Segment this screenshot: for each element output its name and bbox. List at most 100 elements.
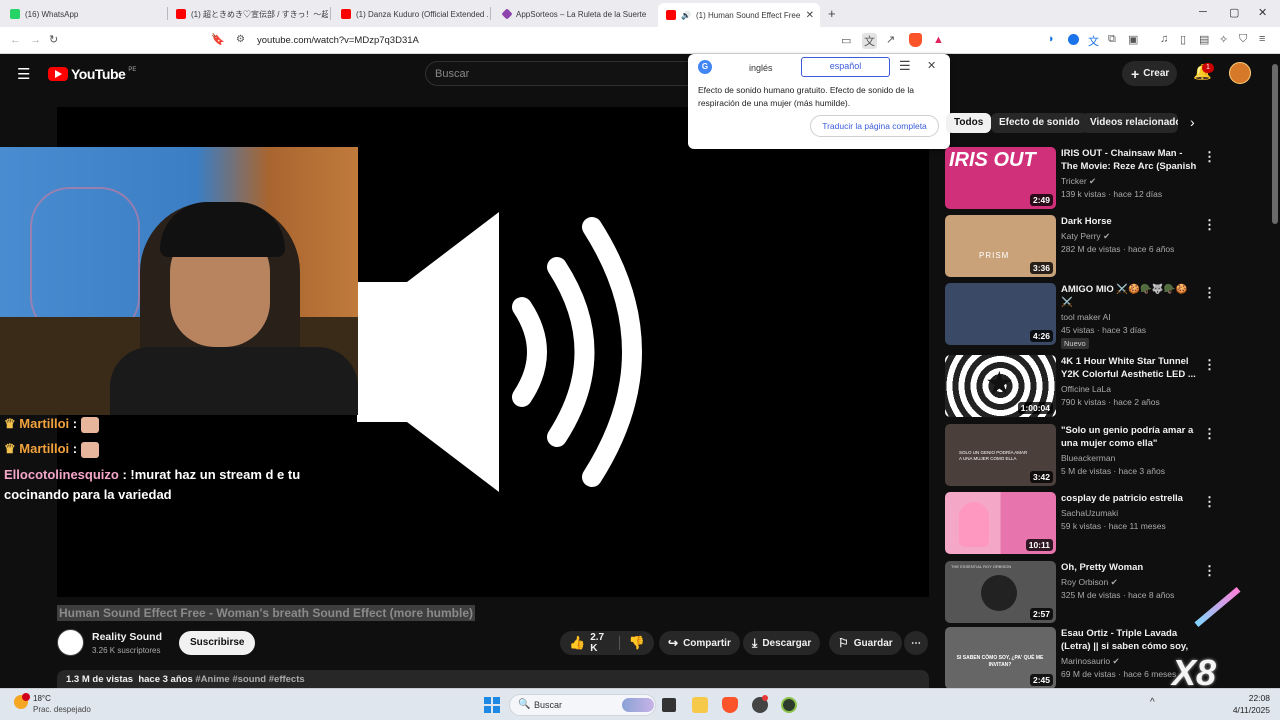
close-tab-icon[interactable]: ✕ xyxy=(806,10,814,21)
list-item[interactable]: THE ESSENTIAL ROY ORBISON 2:57 Oh, Prett… xyxy=(945,561,1265,623)
search-input[interactable]: Buscar xyxy=(425,61,715,86)
more-options-icon[interactable]: ⋮ xyxy=(1203,494,1216,510)
list-item[interactable]: ★ 1:00:04 4K 1 Hour White Star Tunnel Y2… xyxy=(945,355,1265,417)
thumbnail[interactable]: ★ 1:00:04 xyxy=(945,355,1056,417)
channel-name[interactable]: SachaUzumaki xyxy=(1061,508,1118,518)
channel-avatar[interactable] xyxy=(57,629,84,656)
list-item[interactable]: 10:11 cosplay de patricio estrella Sacha… xyxy=(945,492,1265,554)
thumbnail[interactable]: 10:11 xyxy=(945,492,1056,554)
chevron-up-icon[interactable]: ^ xyxy=(1150,697,1155,708)
more-options-icon[interactable]: ⋮ xyxy=(1203,426,1216,442)
hashtags[interactable]: #Anime #sound #effects xyxy=(195,674,304,685)
page-scrollbar[interactable] xyxy=(1272,64,1278,224)
extension-icon[interactable] xyxy=(1068,34,1079,45)
new-tab-icon[interactable]: + xyxy=(828,6,836,21)
save-button[interactable]: ⚐ Guardar xyxy=(829,631,902,655)
minimize-icon[interactable]: ─ xyxy=(1199,6,1207,18)
video-title[interactable]: 4K 1 Hour White Star Tunnel Y2K Colorful… xyxy=(1061,355,1199,381)
channel-name[interactable]: Katy Perry ✔ xyxy=(1061,231,1110,242)
clock-date[interactable]: 4/11/2025 xyxy=(1222,705,1270,715)
chevron-right-icon[interactable]: › xyxy=(1190,114,1195,130)
clock-time[interactable]: 22:08 xyxy=(1222,693,1270,703)
puzzle-icon[interactable]: ⧉ xyxy=(1108,33,1116,46)
bookmark-icon[interactable]: 🔖 xyxy=(211,33,225,46)
file-explorer-icon[interactable] xyxy=(692,697,708,713)
like-count[interactable]: 2.7 K xyxy=(590,632,610,654)
video-title[interactable]: "Solo un genio podría amar a una mujer c… xyxy=(1061,424,1199,450)
thumbnail[interactable]: PRISM 3:36 xyxy=(945,215,1056,277)
lang-from-tab[interactable]: inglés xyxy=(749,63,773,73)
video-title[interactable]: Dark Horse xyxy=(1061,215,1199,228)
youtube-logo[interactable]: YouTube PE xyxy=(48,66,136,82)
extension-icon[interactable]: ◗ xyxy=(1048,33,1055,45)
close-window-icon[interactable]: ✕ xyxy=(1258,6,1267,19)
brave-rewards-icon[interactable]: ▲ xyxy=(933,34,944,46)
sidebar-icon[interactable]: ▯ xyxy=(1180,33,1186,46)
channel-name[interactable]: tool maker AI xyxy=(1061,312,1111,322)
reload-icon[interactable]: ↻ xyxy=(49,33,58,46)
xbox-icon[interactable] xyxy=(781,697,797,713)
extension-icon[interactable]: 文 xyxy=(1088,33,1099,49)
url-text[interactable]: youtube.com/watch?v=MDzp7q3D31A xyxy=(257,35,419,46)
avatar[interactable] xyxy=(1229,62,1251,84)
more-options-icon[interactable]: ⋮ xyxy=(1203,149,1216,165)
channel-name[interactable]: Tricker ✔ xyxy=(1061,176,1096,187)
video-title[interactable]: IRIS OUT - Chainsaw Man - The Movie: Rez… xyxy=(1061,147,1199,174)
tab-active-human-sound[interactable]: 🔊 (1) Human Sound Effect Free ✕ xyxy=(658,3,820,27)
taskbar-search[interactable]: 🔍 Buscar xyxy=(509,694,656,716)
more-actions-button[interactable]: ⋯ xyxy=(904,631,928,655)
thumbnail[interactable]: SI SABEN CÓMO SOY, ¿PA' QUÉ ME INVITAN? … xyxy=(945,627,1056,689)
thumbnail[interactable]: THE ESSENTIAL ROY ORBISON 2:57 xyxy=(945,561,1056,623)
list-item[interactable]: SOLO UN GENIO PODRÍA AMAR A UNA MUJER CO… xyxy=(945,424,1265,486)
subscribe-button[interactable]: Suscribirse xyxy=(179,631,256,655)
thumbs-down-icon[interactable]: 👎 xyxy=(629,635,645,651)
list-item[interactable]: SI SABEN CÓMO SOY, ¿PA' QUÉ ME INVITAN? … xyxy=(945,627,1265,689)
list-item[interactable]: IRIS OUT 2:49 IRIS OUT - Chainsaw Man - … xyxy=(945,147,1265,209)
tab-appsorteos[interactable]: AppSorteos – La Ruleta de la Suerte xyxy=(495,4,655,24)
create-button[interactable]: + Crear xyxy=(1122,61,1177,86)
video-title[interactable]: Oh, Pretty Woman xyxy=(1061,561,1199,574)
video-title[interactable]: AMIGO MIO ⚔️🍪🪖🐺🪖🍪 ⚔️ xyxy=(1061,283,1199,309)
tab-youtube-1[interactable]: (1) 超ときめき♡宣伝部 / すきっ！〜超ver... xyxy=(168,4,328,24)
list-item[interactable]: 4:26 AMIGO MIO ⚔️🍪🪖🐺🪖🍪 ⚔️ tool maker AI … xyxy=(945,283,1265,349)
maximize-icon[interactable]: ▢ xyxy=(1229,6,1239,19)
lang-to-tab[interactable]: español xyxy=(801,57,890,77)
translate-icon[interactable]: 文 xyxy=(862,33,877,49)
tab-youtube-2[interactable]: (1) Danza Kuduro (Official Extended ... xyxy=(333,4,488,24)
thumbnail[interactable]: 4:26 xyxy=(945,283,1056,345)
wallet-icon[interactable]: ▤ xyxy=(1199,33,1209,46)
hamburger-menu-icon[interactable]: ☰ xyxy=(17,65,30,83)
video-title[interactable]: cosplay de patricio estrella xyxy=(1061,492,1199,505)
channel-name[interactable]: Officine LaLa xyxy=(1061,384,1111,394)
media-icon[interactable]: ♫ xyxy=(1160,33,1168,45)
thumbs-up-icon[interactable]: 👍 xyxy=(569,635,585,651)
close-icon[interactable]: ✕ xyxy=(927,59,936,72)
forward-icon[interactable]: → xyxy=(30,34,41,46)
channel-name[interactable]: Roy Orbison ✔ xyxy=(1061,577,1118,588)
menu-icon[interactable]: ≡ xyxy=(1259,33,1265,45)
brave-browser-icon[interactable] xyxy=(722,697,738,713)
vpn-icon[interactable]: ⛉ xyxy=(1239,33,1247,46)
cast-icon[interactable]: ▭ xyxy=(841,34,851,47)
thumbnail[interactable]: SOLO UN GENIO PODRÍA AMAR A UNA MUJER CO… xyxy=(945,424,1056,486)
more-options-icon[interactable]: ⋮ xyxy=(1203,285,1216,301)
chip-todos[interactable]: Todos xyxy=(946,113,992,133)
channel-name[interactable]: Blueackerman xyxy=(1061,453,1115,463)
channel-name[interactable]: Reality Sound xyxy=(92,631,162,643)
task-view-icon[interactable] xyxy=(662,698,676,712)
options-menu-icon[interactable]: ☰ xyxy=(899,58,911,74)
more-options-icon[interactable]: ⋮ xyxy=(1203,357,1216,373)
download-button[interactable]: ⤓ Descargar xyxy=(743,631,821,655)
chip-efecto-sonido[interactable]: Efecto de sonido xyxy=(991,113,1088,133)
site-info-icon[interactable]: ⚙ xyxy=(236,34,245,45)
translate-full-page-button[interactable]: Traducir la página completa xyxy=(810,115,939,137)
windows-start-icon[interactable] xyxy=(484,697,500,713)
more-options-icon[interactable]: ⋮ xyxy=(1203,217,1216,233)
share-button[interactable]: ↪ Compartir xyxy=(659,631,740,655)
channel-name[interactable]: Marinosaurio ✔ xyxy=(1061,656,1120,667)
thumbnail[interactable]: IRIS OUT 2:49 xyxy=(945,147,1056,209)
video-title[interactable]: Esau Ortiz - Triple Lavada (Letra) || si… xyxy=(1061,627,1199,654)
more-options-icon[interactable]: ⋮ xyxy=(1203,563,1216,579)
back-icon[interactable]: ← xyxy=(10,34,21,46)
list-item[interactable]: PRISM 3:36 Dark Horse Katy Perry ✔ 282 M… xyxy=(945,215,1265,277)
